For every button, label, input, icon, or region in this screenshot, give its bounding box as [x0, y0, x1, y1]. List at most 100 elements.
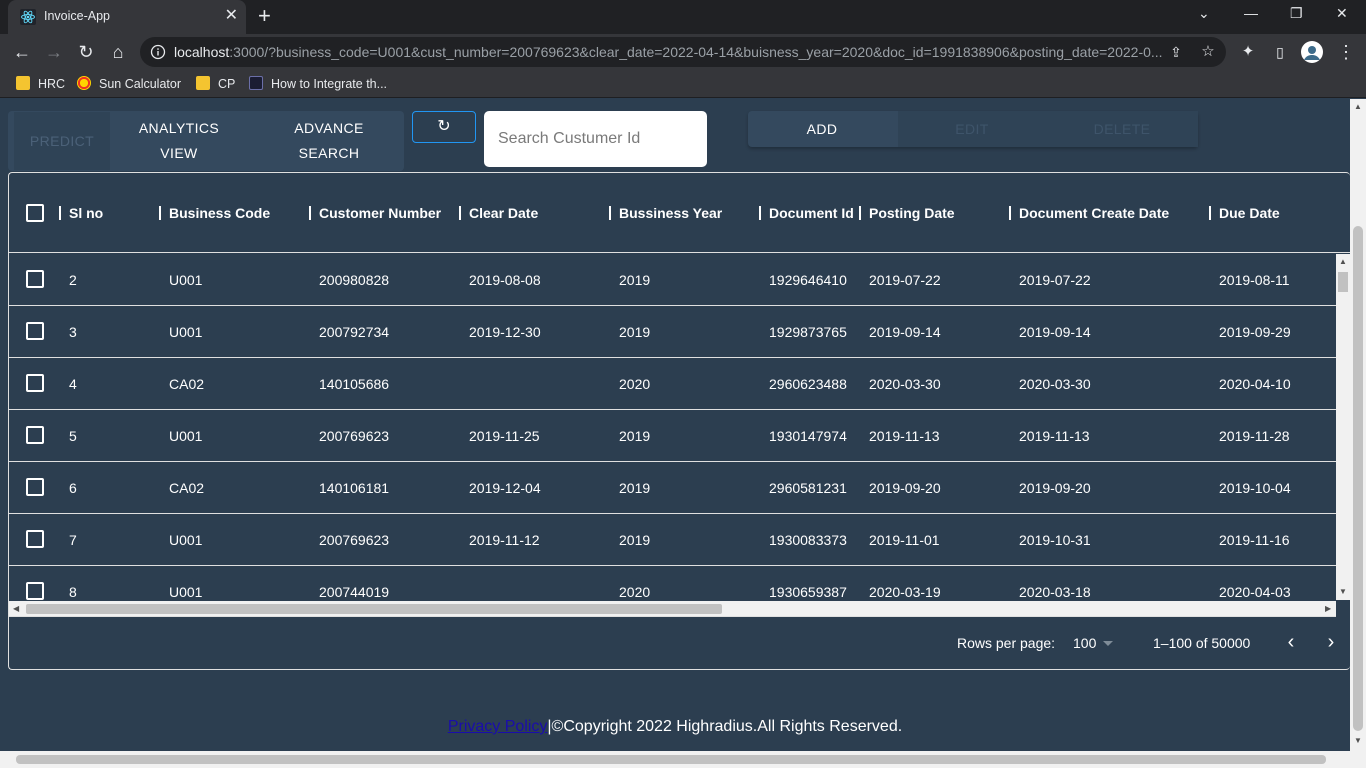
- table-row[interactable]: 5 U001 200769623 2019-11-25 2019 1930147974 20…: [9, 410, 1336, 462]
- scroll-thumb[interactable]: [26, 604, 722, 614]
- grid-vertical-scrollbar[interactable]: ▲ ▼: [1336, 254, 1350, 600]
- delete-button[interactable]: DELETE: [1046, 111, 1198, 147]
- close-tab-icon[interactable]: ✕: [225, 8, 238, 24]
- column-header-business-code[interactable]: Business Code: [169, 203, 270, 223]
- scroll-thumb[interactable]: [16, 755, 1326, 764]
- column-header-clear-date[interactable]: Clear Date: [469, 203, 538, 223]
- column-header-business-year[interactable]: Bussiness Year: [619, 203, 722, 223]
- customer-search-box[interactable]: [484, 111, 707, 167]
- row-checkbox[interactable]: [26, 270, 44, 288]
- page-vertical-scrollbar[interactable]: ▲ ▼: [1350, 99, 1366, 751]
- analytics-view-button[interactable]: ANALYTICS VIEW: [110, 116, 248, 166]
- browser-tab[interactable]: Invoice-App ✕: [8, 0, 246, 34]
- cell-clear-date: 2019-11-12: [469, 532, 540, 548]
- table-row[interactable]: 4 CA02 140105686 2020 2960623488 2020-03-30 20…: [9, 358, 1336, 410]
- table-row[interactable]: 3 U001 200792734 2019-12-30 2019 1929873765 20…: [9, 306, 1336, 358]
- table-row[interactable]: 8 U001 200744019 2020 1930659387 2020-03-19 20…: [9, 566, 1336, 600]
- row-checkbox[interactable]: [26, 322, 44, 340]
- home-icon[interactable]: ⌂: [106, 40, 130, 64]
- side-panel-icon[interactable]: ▯: [1268, 40, 1292, 64]
- new-tab-icon[interactable]: +: [258, 5, 271, 27]
- row-checkbox[interactable]: [26, 426, 44, 444]
- column-header-customer-number[interactable]: Customer Number: [319, 203, 441, 223]
- back-icon[interactable]: ←: [10, 40, 34, 64]
- table-row[interactable]: 6 CA02 140106181 2019-12-04 2019 2960581231 20…: [9, 462, 1336, 514]
- column-separator[interactable]: [1009, 206, 1011, 220]
- url-path: :3000/?business_code=U001&cust_number=20…: [229, 44, 1163, 60]
- scroll-thumb[interactable]: [1338, 272, 1348, 292]
- crud-button-group: ADD EDIT DELETE: [748, 111, 1198, 147]
- scroll-thumb[interactable]: [1353, 226, 1363, 731]
- cell-document-create-date: 2019-07-22: [1019, 272, 1091, 288]
- row-checkbox[interactable]: [26, 478, 44, 496]
- cell-sl-no: 6: [69, 480, 77, 496]
- bookmark-how-to-integrate[interactable]: How to Integrate th...: [249, 76, 387, 92]
- add-button[interactable]: ADD: [748, 111, 896, 147]
- row-checkbox[interactable]: [26, 530, 44, 548]
- chevron-down-icon[interactable]: [1103, 641, 1113, 646]
- refresh-icon: ↻: [437, 118, 451, 135]
- column-separator[interactable]: [59, 206, 61, 220]
- extensions-icon[interactable]: ✦: [1236, 40, 1260, 64]
- scroll-right-icon[interactable]: ▶: [1325, 605, 1331, 613]
- bookmark-sun-calculator[interactable]: Sun Calculator: [77, 76, 181, 92]
- scroll-left-icon[interactable]: ◀: [13, 605, 19, 613]
- tab-search-icon[interactable]: ⌄: [1198, 5, 1210, 22]
- cell-due-date: 2019-10-04: [1219, 480, 1291, 496]
- cell-business-code: U001: [169, 324, 203, 340]
- cell-business-year: 2019: [619, 428, 651, 444]
- reload-icon[interactable]: ↻: [74, 40, 98, 64]
- advance-search-button[interactable]: ADVANCE SEARCH: [260, 116, 398, 166]
- refresh-button[interactable]: ↻: [412, 111, 476, 143]
- column-separator[interactable]: [859, 206, 861, 220]
- scroll-up-icon[interactable]: ▲: [1339, 258, 1347, 266]
- column-separator[interactable]: [309, 206, 311, 220]
- search-input[interactable]: [498, 127, 698, 151]
- select-all-checkbox[interactable]: [26, 204, 44, 222]
- column-header-sl-no[interactable]: Sl no: [69, 203, 103, 223]
- predict-button[interactable]: PREDICT: [14, 112, 110, 170]
- scroll-down-icon[interactable]: ▼: [1354, 737, 1362, 745]
- browser-menu-icon[interactable]: ⋮: [1334, 40, 1358, 64]
- column-header-document-id[interactable]: Document Id: [769, 203, 854, 223]
- column-separator[interactable]: [1209, 206, 1211, 220]
- grid-horizontal-scrollbar[interactable]: ◀ ▶: [9, 601, 1336, 617]
- close-window-icon[interactable]: ✕: [1336, 5, 1348, 22]
- cell-customer-number: 140106181: [319, 480, 390, 496]
- minimize-icon[interactable]: —: [1244, 5, 1258, 21]
- column-separator[interactable]: [159, 206, 161, 220]
- column-separator[interactable]: [609, 206, 611, 220]
- column-header-document-create-date[interactable]: Document Create Date: [1019, 203, 1169, 223]
- scroll-down-icon[interactable]: ▼: [1339, 588, 1347, 596]
- cell-due-date: 2020-04-10: [1219, 376, 1291, 392]
- address-bar[interactable]: localhost:3000/?business_code=U001&cust_…: [140, 37, 1226, 67]
- restore-icon[interactable]: ❐: [1290, 5, 1303, 22]
- scroll-up-icon[interactable]: ▲: [1354, 103, 1362, 111]
- edit-button[interactable]: EDIT: [898, 111, 1046, 147]
- row-checkbox[interactable]: [26, 374, 44, 392]
- forward-icon[interactable]: →: [42, 40, 66, 64]
- column-separator[interactable]: [459, 206, 461, 220]
- cell-business-year: 2019: [619, 272, 651, 288]
- bookmark-hrc[interactable]: HRC: [16, 76, 65, 92]
- column-separator[interactable]: [759, 206, 761, 220]
- bookmark-star-icon[interactable]: ☆: [1196, 40, 1220, 64]
- share-icon[interactable]: ⇪: [1164, 40, 1188, 64]
- cell-clear-date: 2019-11-25: [469, 428, 540, 444]
- table-row[interactable]: 2 U001 200980828 2019-08-08 2019 1929646410 20…: [9, 254, 1336, 306]
- next-page-icon[interactable]: ›: [1319, 631, 1343, 655]
- bookmark-cp[interactable]: CP: [196, 76, 235, 92]
- table-row[interactable]: 7 U001 200769623 2019-11-12 2019 1930083373 20…: [9, 514, 1336, 566]
- url-host: localhost: [174, 44, 230, 60]
- page-horizontal-scrollbar[interactable]: [0, 751, 1366, 768]
- previous-page-icon[interactable]: ‹: [1279, 631, 1303, 655]
- column-header-posting-date[interactable]: Posting Date: [869, 203, 955, 223]
- privacy-policy-link[interactable]: Privacy Policy: [448, 718, 548, 735]
- row-checkbox[interactable]: [26, 582, 44, 600]
- rows-per-page-select[interactable]: 100: [1073, 635, 1096, 651]
- column-header-due-date[interactable]: Due Date: [1219, 203, 1280, 223]
- profile-avatar-icon[interactable]: [1300, 40, 1324, 64]
- cell-business-code: CA02: [169, 376, 205, 392]
- site-info-icon[interactable]: [150, 44, 166, 60]
- cell-sl-no: 2: [69, 272, 77, 288]
